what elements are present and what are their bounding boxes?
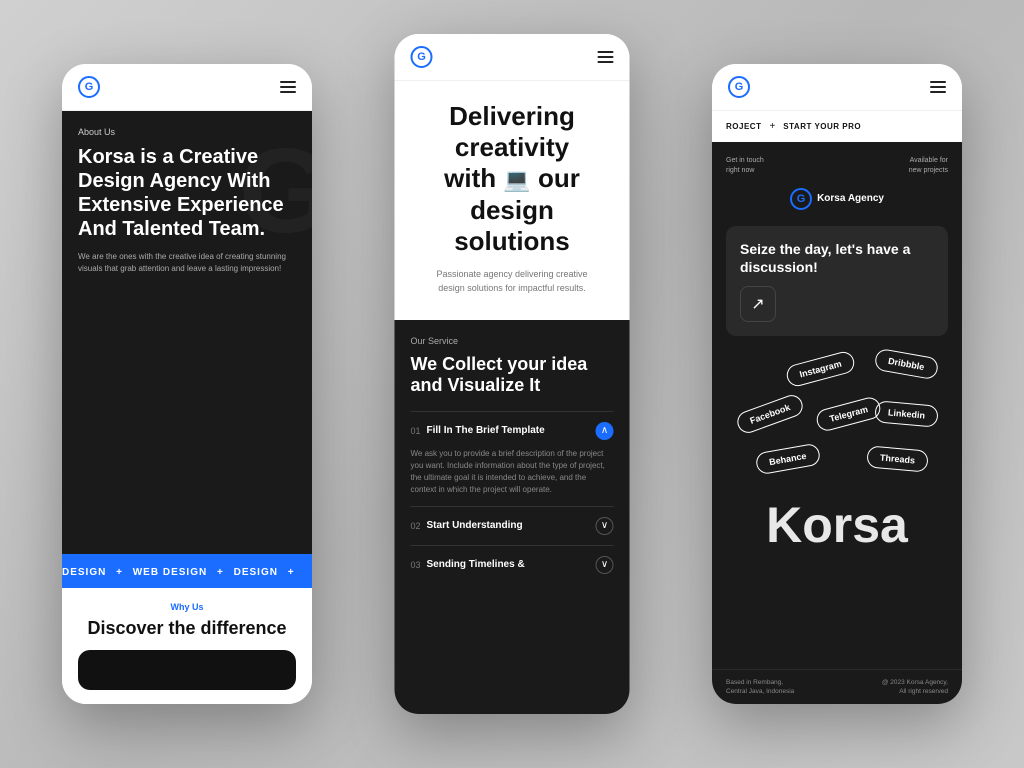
footer-copyright: @ 2023 Korsa Agency,All right reserved — [882, 678, 948, 696]
hamburger-menu-left[interactable] — [280, 81, 296, 93]
hamburger-menu-center[interactable] — [598, 51, 614, 63]
discover-title: Discover the difference — [78, 618, 296, 640]
korsa-brand-row: G Korsa Agency — [726, 188, 948, 210]
arrow-button[interactable]: ↗ — [740, 286, 776, 322]
accordion-num-3: 03 — [411, 560, 421, 570]
right-phone-header: G — [712, 64, 962, 111]
accordion-header-1[interactable]: 01 Fill In The Brief Template ∧ — [411, 422, 614, 440]
accordion-title-1: Fill In The Brief Template — [427, 425, 596, 436]
service-title: We Collect your idea and Visualize It — [411, 354, 614, 397]
accordion-arrow-3[interactable]: ∨ — [596, 556, 614, 574]
discussion-title: Seize the day, let's have a discussion! — [740, 240, 934, 276]
about-label: About Us — [78, 127, 296, 137]
dribbble-pill[interactable]: Dribbble — [874, 348, 939, 381]
right-phone-footer: Based in Rembang,Central Java, Indonesia… — [712, 669, 962, 704]
nav-item-start: START YOUR PRO — [783, 122, 861, 131]
footer-location: Based in Rembang,Central Java, Indonesia — [726, 678, 794, 696]
phone-left: G G About Us Korsa is a Creative Design … — [62, 64, 312, 704]
korsa-big-text: Korsa — [726, 500, 948, 550]
accordion-num-2: 02 — [411, 521, 421, 531]
accordion-item-1[interactable]: 01 Fill In The Brief Template ∧ We ask y… — [411, 411, 614, 506]
right-top-nav: ROJECT + START YOUR PRO — [712, 111, 962, 142]
phone-right: G ROJECT + START YOUR PRO Get in touchri… — [712, 64, 962, 704]
behance-pill[interactable]: Behance — [755, 443, 821, 476]
facebook-pill[interactable]: Facebook — [734, 392, 805, 436]
left-phone-header: G — [62, 64, 312, 111]
accordion-content-1: We ask you to provide a brief descriptio… — [411, 448, 614, 496]
right-phone-body: Get in touchright now Available fornew p… — [712, 142, 962, 669]
korsa-brand-logo: G — [790, 188, 812, 210]
instagram-pill[interactable]: Instagram — [784, 349, 856, 388]
marquee-banner: DESIGN + WEB DESIGN + DESIGN + — [62, 554, 312, 588]
accordion-arrow-1[interactable]: ∧ — [596, 422, 614, 440]
left-phone-body: G About Us Korsa is a Creative Design Ag… — [62, 111, 312, 554]
our-service-label: Our Service — [411, 336, 614, 346]
get-in-touch-text: Get in touchright now — [726, 156, 764, 176]
accordion-arrow-2[interactable]: ∨ — [596, 517, 614, 535]
accordion-title-2: Start Understanding — [427, 520, 596, 531]
accordion-item-3[interactable]: 03 Sending Timelines & ∨ — [411, 545, 614, 584]
contact-header: Get in touchright now Available fornew p… — [726, 156, 948, 176]
accordion-title-3: Sending Timelines & — [427, 559, 596, 570]
phone-center: G Deliveringcreativitywith 💻 ourdesignso… — [395, 34, 630, 714]
nav-item-project: ROJECT — [726, 122, 761, 131]
threads-pill[interactable]: Threads — [866, 445, 929, 472]
logo-icon-left: G — [78, 76, 100, 98]
telegram-pill[interactable]: Telegram — [814, 395, 883, 433]
center-phone-header: G — [395, 34, 630, 81]
black-card — [78, 650, 296, 690]
accordion-num-1: 01 — [411, 426, 421, 436]
discussion-box: Seize the day, let's have a discussion! … — [726, 226, 948, 336]
center-description: Passionate agency delivering creative de… — [422, 267, 602, 296]
marquee-text: DESIGN + WEB DESIGN + DESIGN + — [62, 567, 301, 578]
available-text: Available fornew projects — [909, 156, 948, 176]
accordion-item-2[interactable]: 02 Start Understanding ∨ — [411, 506, 614, 545]
center-phone-bottom: Our Service We Collect your idea and Vis… — [395, 320, 630, 714]
accordion-header-2[interactable]: 02 Start Understanding ∨ — [411, 517, 614, 535]
nav-plus: + — [769, 121, 775, 132]
accordion-header-3[interactable]: 03 Sending Timelines & ∨ — [411, 556, 614, 574]
logo-icon-right: G — [728, 76, 750, 98]
hero-title: Korsa is a Creative Design Agency With E… — [78, 145, 296, 241]
left-phone-bottom: Why Us Discover the difference — [62, 588, 312, 704]
social-pills-container: Instagram Dribbble Facebook Telegram Lin… — [726, 348, 948, 488]
hero-desc: We are the ones with the creative idea o… — [78, 251, 296, 275]
korsa-brand-name: Korsa Agency — [817, 193, 884, 204]
linkedin-pill[interactable]: Linkedin — [874, 400, 939, 427]
hamburger-menu-right[interactable] — [930, 81, 946, 93]
logo-icon-center: G — [411, 46, 433, 68]
center-phone-top: Deliveringcreativitywith 💻 ourdesignsolu… — [395, 81, 630, 320]
center-hero-title: Deliveringcreativitywith 💻 ourdesignsolu… — [415, 101, 610, 257]
why-us-label: Why Us — [78, 602, 296, 612]
